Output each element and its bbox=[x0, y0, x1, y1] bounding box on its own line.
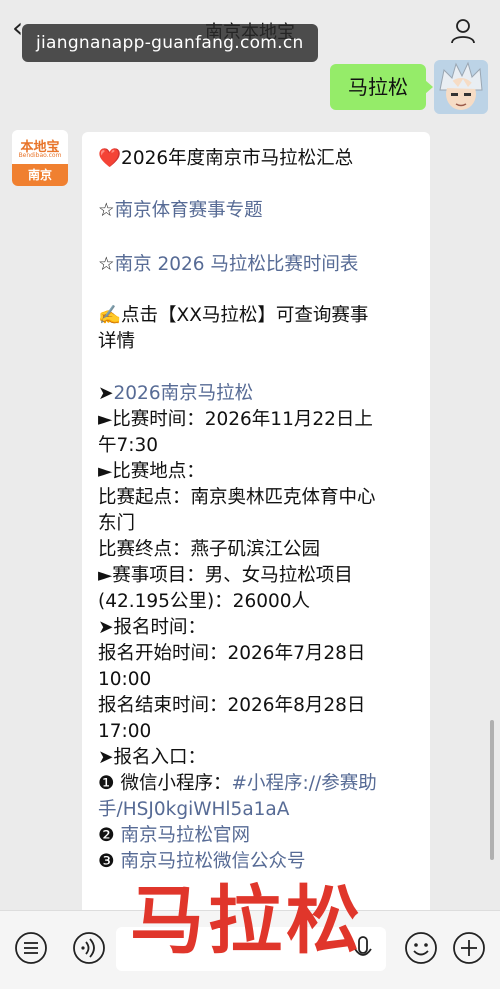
race-place-label: ►比赛地点： bbox=[98, 461, 205, 482]
race-time-cont: 午7:30 bbox=[98, 435, 159, 456]
brand-city-label: 南京 bbox=[12, 164, 68, 186]
reg-start-cont: 10:00 bbox=[98, 669, 152, 690]
reg-time-label: ➤报名时间： bbox=[98, 617, 207, 638]
tip-text: 点击【XX马拉松】可查询赛事 bbox=[121, 305, 369, 326]
entry-miniprogram-label: 微信小程序： bbox=[120, 773, 232, 794]
star-icon: ☆ bbox=[98, 200, 115, 221]
number-three-icon: ❸ bbox=[98, 851, 115, 872]
reg-entry-label: ➤报名入口： bbox=[98, 747, 207, 768]
reg-end-cont: 17:00 bbox=[98, 721, 152, 742]
race-items-line: ►赛事项目：男、女马拉松项目 bbox=[98, 565, 353, 586]
marathon-schedule-link[interactable]: 南京 2026 马拉松比赛时间表 bbox=[115, 254, 359, 275]
brand-logo-sub: Bendibao.com bbox=[18, 152, 62, 159]
race-start-line: 比赛起点：南京奥林匹克体育中心 bbox=[98, 487, 376, 508]
reg-start-line: 报名开始时间：2026年7月28日 bbox=[98, 643, 366, 664]
arrow-icon: ➤ bbox=[98, 383, 114, 404]
sports-topic-link[interactable]: 南京体育赛事专题 bbox=[115, 200, 263, 221]
anime-avatar-icon bbox=[434, 60, 488, 114]
reg-end-line: 报名结束时间：2026年8月28日 bbox=[98, 695, 366, 716]
watermark-label: jiangnanapp-guanfang.com.cn bbox=[22, 24, 318, 62]
number-two-icon: ❷ bbox=[98, 825, 115, 846]
wechat-account-link[interactable]: 南京马拉松微信公众号 bbox=[120, 851, 305, 872]
miniprogram-link[interactable]: #小程序://参赛助 bbox=[232, 773, 377, 794]
entry-wechat-row: ❸ 南京马拉松微信公众号 bbox=[98, 849, 420, 875]
race-time-line: ►比赛时间：2026年11月22日上 bbox=[98, 409, 373, 430]
star-icon: ☆ bbox=[98, 254, 115, 275]
schedule-link-row: ☆南京 2026 马拉松比赛时间表 bbox=[98, 252, 420, 278]
event-link-row: ➤2026南京马拉松 bbox=[98, 381, 420, 407]
outgoing-message[interactable]: 马拉松 bbox=[330, 64, 433, 110]
add-icon[interactable] bbox=[452, 931, 486, 965]
heart-icon: ❤️ bbox=[98, 148, 122, 169]
tip-text-cont: 详情 bbox=[98, 331, 136, 352]
scrollbar[interactable] bbox=[490, 720, 494, 860]
user-avatar[interactable] bbox=[434, 60, 488, 114]
topic-link-row: ☆南京体育赛事专题 bbox=[98, 198, 420, 224]
overlay-caption: 马拉松 bbox=[130, 878, 364, 964]
voice-icon[interactable] bbox=[72, 931, 106, 965]
number-one-icon: ❶ bbox=[98, 773, 115, 794]
message-title-row: ❤️2026年度南京市马拉松汇总 bbox=[98, 146, 420, 172]
nanjing-marathon-link[interactable]: 2026南京马拉松 bbox=[114, 383, 254, 404]
message-title: 2026年度南京市马拉松汇总 bbox=[121, 148, 354, 169]
writing-hand-icon: ✍️ bbox=[98, 305, 122, 326]
race-start-cont: 东门 bbox=[98, 513, 136, 534]
race-items-cont: (42.195公里)：26000人 bbox=[98, 591, 311, 612]
emoji-icon[interactable] bbox=[404, 931, 438, 965]
incoming-message: ❤️2026年度南京市马拉松汇总 ☆南京体育赛事专题 ☆南京 2026 马拉松比… bbox=[82, 132, 430, 922]
race-end-line: 比赛终点：燕子矶滨江公园 bbox=[98, 539, 321, 560]
official-site-link[interactable]: 南京马拉松官网 bbox=[120, 825, 250, 846]
entry-website-row: ❷ 南京马拉松官网 bbox=[98, 823, 420, 849]
brand-avatar[interactable]: 本地宝 Bendibao.com 南京 bbox=[12, 130, 68, 186]
person-icon[interactable] bbox=[448, 16, 478, 46]
entry-miniprogram-row: ❶ 微信小程序：#小程序://参赛助 bbox=[98, 771, 420, 797]
tip-row: ✍️点击【XX马拉松】可查询赛事 bbox=[98, 303, 420, 329]
miniprogram-link-cont[interactable]: 手/HSJ0kgiWHl5a1aA bbox=[98, 797, 420, 823]
menu-icon[interactable] bbox=[14, 931, 48, 965]
brand-logo-area: 本地宝 Bendibao.com bbox=[12, 130, 68, 164]
